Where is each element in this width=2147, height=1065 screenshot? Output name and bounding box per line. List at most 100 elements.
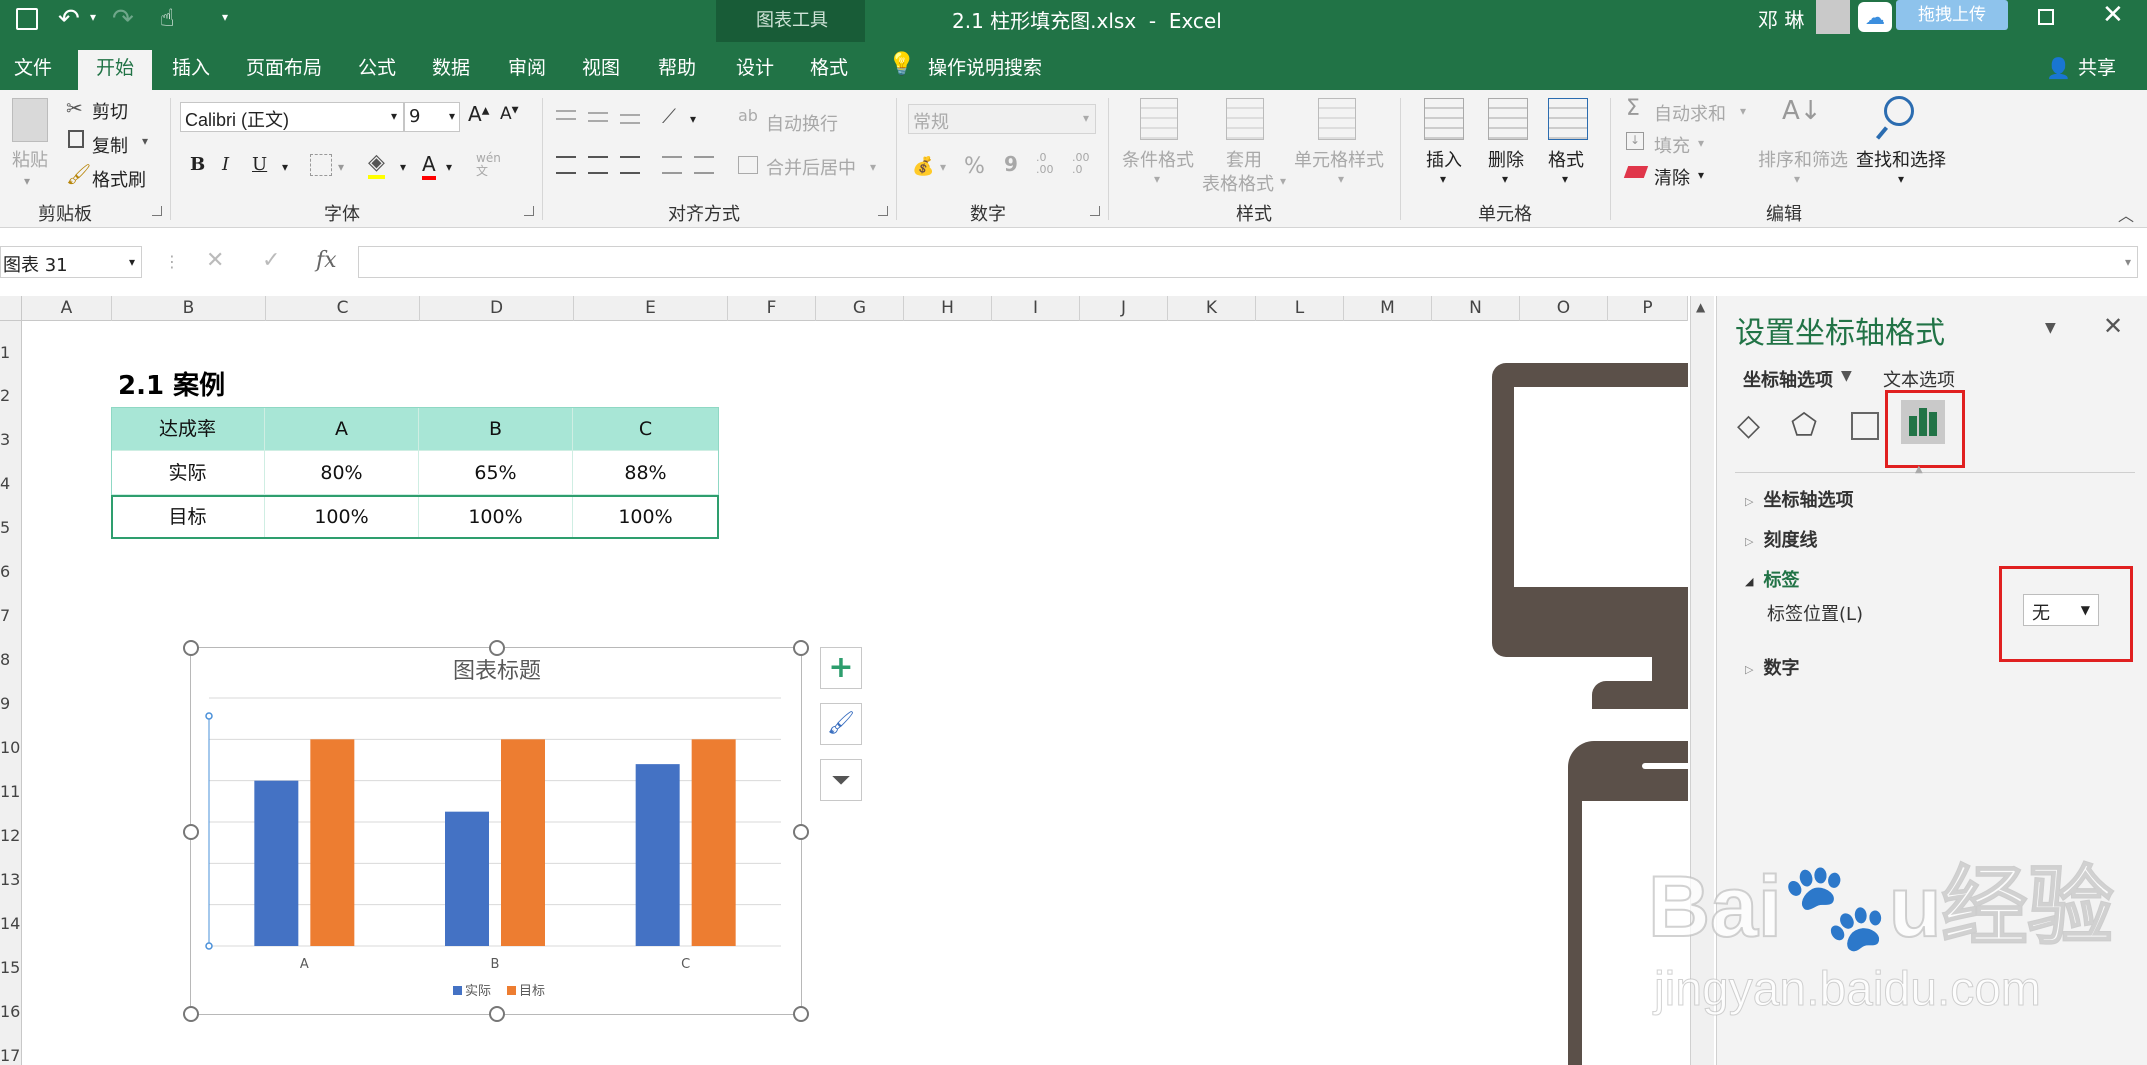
merge-dropdown-icon[interactable]: ▾ <box>870 160 876 174</box>
merge-center-button[interactable]: 合并后居中 <box>766 154 856 180</box>
tab-data[interactable]: 数据 <box>430 50 472 90</box>
column-header-j[interactable]: J <box>1080 296 1168 321</box>
delete-cells-icon[interactable] <box>1488 98 1528 140</box>
row-header-17[interactable]: 17 <box>0 1046 22 1065</box>
paste-dropdown-icon[interactable]: ▾ <box>24 174 30 188</box>
fill-color-icon[interactable]: ◈ <box>368 150 385 179</box>
column-header-m[interactable]: M <box>1344 296 1432 321</box>
tab-axis-options-dropdown-icon[interactable]: ▼ <box>1841 368 1852 384</box>
close-window-icon[interactable]: ✕ <box>2102 0 2124 30</box>
share-button[interactable]: 共享 <box>2076 50 2118 90</box>
conditional-format-icon[interactable] <box>1140 98 1178 140</box>
orientation-dropdown-icon[interactable]: ▾ <box>690 112 696 126</box>
sort-filter-button[interactable]: 排序和筛选 <box>1758 146 1848 172</box>
wrap-text-icon[interactable]: ab <box>738 106 758 125</box>
paste-button[interactable]: 粘贴 <box>12 146 48 172</box>
redo-icon[interactable]: ↷ <box>112 4 134 34</box>
column-header-e[interactable]: E <box>574 296 728 321</box>
bar-target-b[interactable] <box>501 739 545 946</box>
section-number[interactable]: ▷ 数字 <box>1745 654 1799 680</box>
pane-close-icon[interactable]: ✕ <box>2103 312 2123 340</box>
expand-formula-bar-icon[interactable]: ▾ <box>2125 255 2131 269</box>
column-header-i[interactable]: I <box>992 296 1080 321</box>
font-color-icon[interactable]: A <box>422 152 436 180</box>
fill-button[interactable]: 填充 <box>1654 132 1690 158</box>
select-all-corner[interactable] <box>0 296 22 321</box>
tab-page-layout[interactable]: 页面布局 <box>244 50 324 90</box>
table-header-cell[interactable]: A <box>265 407 419 451</box>
chart-resize-handle[interactable] <box>793 1006 809 1022</box>
axis-handle[interactable] <box>205 712 213 720</box>
cut-icon[interactable]: ✂ <box>66 96 83 120</box>
row-header-10[interactable]: 10 <box>0 738 22 757</box>
chart-resize-handle[interactable] <box>489 640 505 656</box>
tab-file[interactable]: 文件 <box>12 50 54 90</box>
column-header-k[interactable]: K <box>1168 296 1256 321</box>
row-header-4[interactable]: 4 <box>0 474 22 493</box>
clipboard-launcher-icon[interactable] <box>152 206 162 216</box>
grow-font-icon[interactable]: A▲ <box>468 102 489 126</box>
phonetic-icon[interactable]: wén 文 <box>476 152 506 178</box>
border-dropdown-icon[interactable]: ▾ <box>338 160 344 174</box>
increase-decimal-button[interactable]: .0 .00 <box>1036 152 1062 176</box>
column-header-l[interactable]: L <box>1256 296 1344 321</box>
table-format-icon[interactable] <box>1226 98 1264 140</box>
find-select-button[interactable]: 查找和选择 <box>1856 146 1946 172</box>
row-header-5[interactable]: 5 <box>0 518 22 537</box>
autosum-dropdown-icon[interactable]: ▾ <box>1740 104 1746 118</box>
bar-target-c[interactable] <box>691 739 736 946</box>
format-painter-icon[interactable]: 🖌 <box>66 162 91 186</box>
touch-mode-icon[interactable]: ☝ <box>160 4 175 32</box>
row-header-14[interactable]: 14 <box>0 914 22 933</box>
find-select-dropdown-icon[interactable]: ▾ <box>1898 172 1904 186</box>
column-header-o[interactable]: O <box>1520 296 1608 321</box>
underline-dropdown-icon[interactable]: ▾ <box>282 160 288 174</box>
column-header-b[interactable]: B <box>112 296 266 321</box>
font-color-dropdown-icon[interactable]: ▾ <box>446 160 452 174</box>
chart-elements-button[interactable]: + <box>820 647 862 689</box>
legend-label[interactable]: 实际 <box>465 984 491 999</box>
clear-dropdown-icon[interactable]: ▾ <box>1698 168 1704 182</box>
table-cell[interactable]: 80% <box>265 451 419 495</box>
delete-cells-button[interactable]: 删除 <box>1488 146 1524 172</box>
font-size-select[interactable]: 9 ▾ <box>404 102 460 132</box>
chart-resize-handle[interactable] <box>489 1006 505 1022</box>
eraser-icon[interactable] <box>1623 166 1649 178</box>
cancel-entry-icon[interactable]: ✕ <box>206 248 224 273</box>
row-header-16[interactable]: 16 <box>0 1002 22 1021</box>
row-header-9[interactable]: 9 <box>0 694 22 713</box>
cell-styles-button[interactable]: 单元格样式 <box>1294 146 1384 172</box>
italic-button[interactable]: I <box>222 154 229 175</box>
row-header-8[interactable]: 8 <box>0 650 22 669</box>
tell-me-search[interactable]: 操作说明搜索 <box>926 50 1044 90</box>
column-header-g[interactable]: G <box>816 296 904 321</box>
table-format-dropdown-icon[interactable]: ▾ <box>1280 174 1286 188</box>
row-header-11[interactable]: 11 <box>0 782 22 801</box>
align-bottom-icon[interactable] <box>620 114 640 124</box>
chart-resize-handle[interactable] <box>793 640 809 656</box>
name-box[interactable]: 图表 31 ▾ <box>0 246 142 278</box>
save-icon[interactable] <box>16 8 38 30</box>
fill-icon[interactable]: ↓ <box>1626 132 1644 150</box>
effects-icon[interactable]: ⬠ <box>1791 408 1817 443</box>
size-properties-icon[interactable] <box>1851 412 1879 440</box>
decrease-indent-icon[interactable] <box>662 156 682 174</box>
tab-design[interactable]: 设计 <box>734 50 776 90</box>
conditional-format-button[interactable]: 条件格式 <box>1122 146 1194 172</box>
font-launcher-icon[interactable] <box>524 206 534 216</box>
row-header-3[interactable]: 3 <box>0 430 22 449</box>
number-launcher-icon[interactable] <box>1090 206 1100 216</box>
column-header-a[interactable]: A <box>22 296 112 321</box>
shrink-font-icon[interactable]: A▼ <box>500 104 519 124</box>
copy-button[interactable]: 复制 <box>92 132 128 158</box>
column-header-h[interactable]: H <box>904 296 992 321</box>
legend-swatch[interactable] <box>507 986 516 995</box>
chart-object[interactable]: 图表标题 A B C 实际 目标 <box>183 640 809 1022</box>
row-header-7[interactable]: 7 <box>0 606 22 625</box>
cloud-icon[interactable]: ☁ <box>1858 2 1892 32</box>
table-format-button-line2[interactable]: 表格格式 <box>1202 170 1274 196</box>
increase-indent-icon[interactable] <box>694 156 714 174</box>
row-header-1[interactable]: 1 <box>0 343 22 362</box>
chart-resize-handle[interactable] <box>793 824 809 840</box>
border-icon[interactable] <box>310 154 332 176</box>
